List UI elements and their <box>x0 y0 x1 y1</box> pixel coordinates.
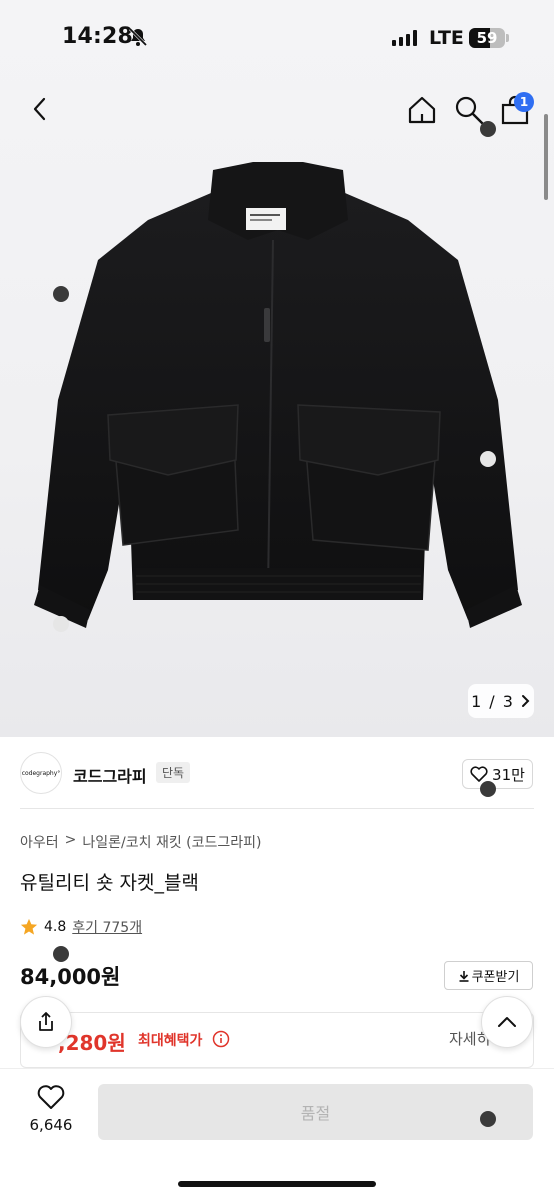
scrollbar[interactable] <box>544 114 548 200</box>
brand-like-button[interactable]: 31만 <box>462 759 533 789</box>
battery-level: 59 <box>476 29 498 47</box>
benefit-label: 최대혜택가 <box>138 1033 203 1049</box>
touch-indicator <box>53 286 69 302</box>
heart-icon <box>37 1085 65 1109</box>
purchase-label: 품절 <box>300 1104 331 1123</box>
pager-separator: / <box>489 691 495 711</box>
heart-icon <box>470 766 488 782</box>
status-time: 14:28 <box>62 24 134 49</box>
scroll-top-button[interactable] <box>481 996 533 1048</box>
info-icon[interactable] <box>212 1030 230 1048</box>
chevron-right-icon <box>521 695 530 707</box>
status-bar: 14:28 LTE 59 <box>0 0 554 76</box>
chevron-up-icon <box>498 1017 516 1027</box>
home-indicator[interactable] <box>178 1181 376 1187</box>
product-image[interactable] <box>28 150 528 630</box>
touch-indicator <box>480 451 496 467</box>
pager-total: 3 <box>502 691 513 711</box>
brand-name[interactable]: 코드그라피 <box>73 763 147 787</box>
back-button[interactable] <box>26 94 56 124</box>
breadcrumb: 아우터 > 나일론/코치 재킷 (코드그라피) <box>20 832 261 852</box>
rating-row: 4.8 후기 775개 <box>20 917 142 937</box>
battery-nub <box>506 34 509 42</box>
touch-indicator <box>480 781 496 797</box>
network-label: LTE <box>429 27 464 49</box>
battery-icon: 59 <box>469 28 505 48</box>
breadcrumb-sub[interactable]: 나일론/코치 재킷 (코드그라피) <box>82 832 261 852</box>
breadcrumb-separator: > <box>64 832 77 848</box>
home-button[interactable] <box>406 94 438 126</box>
wish-button[interactable]: 6,646 <box>22 1084 80 1134</box>
breadcrumb-main[interactable]: 아우터 <box>20 832 59 852</box>
purchase-button[interactable]: 품절 <box>98 1084 533 1140</box>
brand-like-count: 31만 <box>492 765 525 784</box>
wish-count: 6,646 <box>29 1116 73 1134</box>
touch-indicator <box>53 946 69 962</box>
rating-value: 4.8 <box>44 919 67 935</box>
touch-indicator <box>480 121 496 137</box>
product-price: 84,000원 <box>20 965 121 989</box>
bell-slash-icon <box>128 27 148 47</box>
brand-logo-text: codegraphy° <box>21 769 61 777</box>
divider <box>20 808 534 809</box>
share-button[interactable] <box>20 996 72 1048</box>
download-icon <box>459 970 469 982</box>
brand-logo[interactable]: codegraphy° <box>20 752 62 794</box>
coupon-button[interactable]: 쿠폰받기 <box>444 961 533 990</box>
cart-badge: 1 <box>514 92 534 112</box>
star-icon <box>20 918 38 935</box>
touch-indicator <box>53 616 69 632</box>
pager-current: 1 <box>471 691 482 711</box>
touch-indicator <box>480 1111 496 1127</box>
image-pager[interactable]: 1 / 3 <box>468 684 534 718</box>
search-button[interactable] <box>453 94 485 126</box>
signal-icon <box>392 30 417 46</box>
coupon-label: 쿠폰받기 <box>471 970 520 985</box>
review-link[interactable]: 후기 775개 <box>72 917 142 937</box>
product-title: 유틸리티 숏 자켓_블랙 <box>20 872 199 894</box>
share-icon <box>39 1012 53 1031</box>
exclusive-tag: 단독 <box>156 762 191 783</box>
